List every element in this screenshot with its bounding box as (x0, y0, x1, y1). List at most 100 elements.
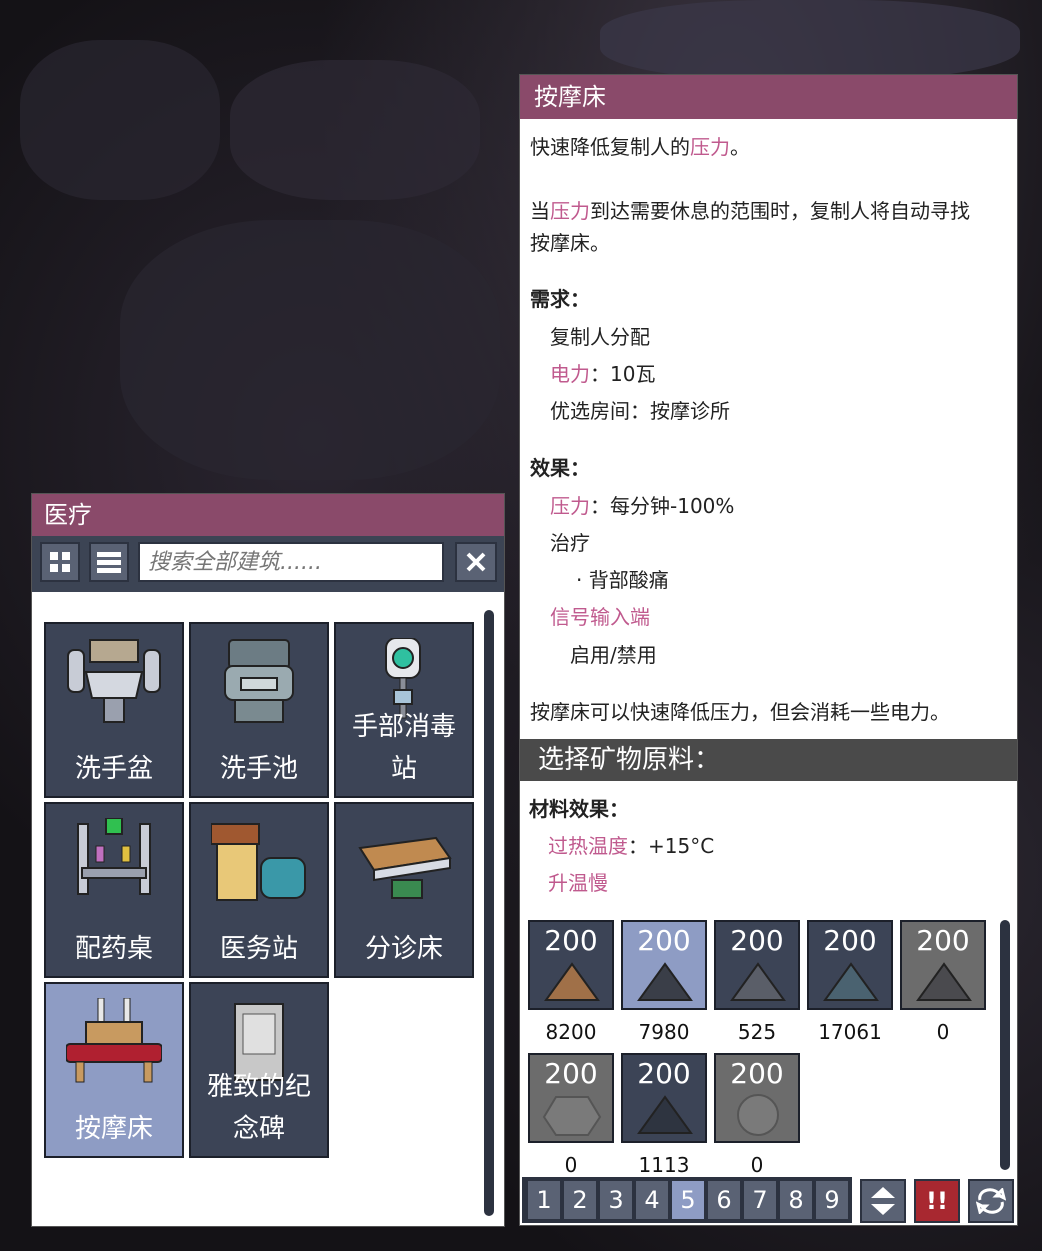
background-rock (20, 40, 220, 200)
effect-heal: 治疗 (550, 531, 590, 555)
priority-tab-active[interactable]: 5 (672, 1181, 704, 1219)
material-effects-header: 材料效果： (529, 797, 629, 821)
material-option[interactable]: 200 (621, 1053, 707, 1143)
material-effect-slow-heat[interactable]: 升温慢 (548, 867, 608, 899)
wash-basin-icon (67, 639, 161, 723)
priority-tab[interactable]: 4 (636, 1181, 668, 1219)
stress-link[interactable]: 压力 (550, 199, 590, 223)
material-option[interactable]: 200 (528, 1053, 614, 1143)
material-option[interactable]: 200 (900, 920, 986, 1010)
background-rock (230, 60, 480, 200)
building-tile-massage-table[interactable]: 按摩床 (44, 982, 184, 1158)
material-option[interactable]: 200 (621, 920, 707, 1010)
priority-bar: 1 2 3 4 5 6 7 8 9 (522, 1177, 852, 1223)
description-line-2: 当压力到达需要休息的范围时，复制人将自动寻找 (530, 199, 970, 223)
building-label: 雅致的纪念碑 (206, 1072, 311, 1144)
list-view-icon[interactable] (89, 542, 129, 582)
build-menu-toolbar (32, 536, 504, 592)
igneous-rock-icon (637, 962, 693, 1001)
building-tile-wash-sink[interactable]: 洗手池 (189, 622, 329, 798)
urgent-priority-button[interactable]: !! (914, 1179, 960, 1223)
requirement-power: 电力：10瓦 (550, 362, 656, 386)
signal-input-value: 启用/禁用 (570, 643, 657, 667)
build-menu-title: 医疗 (32, 494, 504, 536)
background-rock (600, 0, 1020, 80)
background-rock (120, 220, 500, 480)
priority-tab[interactable]: 2 (564, 1181, 596, 1219)
building-label: 分诊床 (364, 934, 443, 964)
effects-header: 效果： (530, 456, 590, 480)
description-line-3: 按摩床。 (530, 231, 610, 255)
material-select-header: 选择矿物原料： (520, 739, 1017, 781)
material-option[interactable]: 200 (714, 1053, 800, 1143)
priority-tab[interactable]: 6 (708, 1181, 740, 1219)
clear-search-button[interactable] (455, 542, 497, 582)
material-count: 0 (936, 1020, 950, 1044)
requirement-room: 优选房间：按摩诊所 (550, 399, 730, 423)
overheat-link[interactable]: 过热温度 (548, 834, 628, 858)
building-label: 洗手盆 (74, 754, 153, 784)
signal-input-link[interactable]: 信号输入端 (550, 601, 650, 633)
material-count: 17061 (818, 1020, 882, 1044)
material-option[interactable]: 200 (714, 920, 800, 1010)
priority-tab[interactable]: 7 (744, 1181, 776, 1219)
priority-tab[interactable]: 8 (780, 1181, 812, 1219)
cycle-icon (976, 1188, 1006, 1214)
build-menu-scrollbar[interactable] (484, 610, 494, 1216)
grid-view-icon[interactable] (40, 542, 80, 582)
power-link[interactable]: 电力 (550, 362, 590, 386)
raw-mineral-icon (542, 1096, 602, 1136)
building-label: 配药桌 (74, 934, 153, 964)
building-tile-wash-basin[interactable]: 洗手盆 (44, 622, 184, 798)
building-info-panel: 按摩床 快速降低复制人的压力。 当压力到达需要休息的范围时，复制人将自动寻找 按… (519, 74, 1018, 1226)
requirement-duplicant: 复制人分配 (550, 325, 650, 349)
close-icon (466, 552, 486, 572)
effect-heal-item: · 背部酸痛 (576, 568, 669, 592)
material-effect-overheat: 过热温度：+15°C (548, 834, 715, 858)
build-menu-panel: 医疗 洗手盆 (31, 493, 505, 1227)
wash-sink-icon (224, 639, 294, 723)
info-title: 按摩床 (520, 75, 1017, 119)
arrows-up-down-icon (871, 1187, 895, 1215)
building-label: 医务站 (219, 934, 298, 964)
apothecary-icon (77, 818, 151, 895)
building-summary: 按摩床可以快速降低压力，但会消耗一些电力。 (530, 700, 950, 724)
priority-up-down-button[interactable] (860, 1179, 906, 1223)
stress-link[interactable]: 压力 (550, 494, 590, 518)
description-line-1: 快速降低复制人的压力。 (530, 135, 750, 159)
sedimentary-rock-icon (916, 962, 972, 1001)
material-count: 1113 (638, 1153, 690, 1177)
priority-tab[interactable]: 9 (816, 1181, 848, 1219)
rough-stone-icon (737, 1094, 779, 1136)
material-scrollbar[interactable] (1000, 920, 1010, 1170)
building-label: 手部消毒站 (351, 712, 456, 784)
effect-stress: 压力：每分钟-100% (550, 494, 735, 518)
requirements-header: 需求： (530, 287, 590, 311)
building-label: 洗手池 (219, 754, 298, 784)
material-count: 7980 (638, 1020, 690, 1044)
building-tile-triage-cot[interactable]: 分诊床 (334, 802, 474, 978)
triage-cot-icon (358, 836, 452, 899)
sandstone-icon (544, 962, 600, 1001)
building-tile-monument[interactable]: 雅致的纪念碑 (189, 982, 329, 1158)
material-option[interactable]: 200 (528, 920, 614, 1010)
repeat-button[interactable] (968, 1179, 1014, 1223)
building-tile-hand-sanitizer[interactable]: 手部消毒站 (334, 622, 474, 798)
granite-icon (730, 962, 786, 1001)
sick-bay-icon (211, 823, 306, 901)
building-tile-sick-bay[interactable]: 医务站 (189, 802, 329, 978)
priority-tab[interactable]: 3 (600, 1181, 632, 1219)
material-count: 525 (737, 1020, 777, 1044)
material-option[interactable]: 200 (807, 920, 893, 1010)
mafic-rock-icon (637, 1095, 693, 1134)
priority-tab[interactable]: 1 (528, 1181, 560, 1219)
search-input[interactable] (138, 542, 444, 582)
material-count: 8200 (545, 1020, 597, 1044)
material-count: 0 (750, 1153, 764, 1177)
building-tile-apothecary[interactable]: 配药桌 (44, 802, 184, 978)
obsidian-icon (823, 962, 879, 1001)
material-count: 0 (564, 1153, 578, 1177)
building-label: 按摩床 (74, 1114, 153, 1144)
massage-table-icon (66, 998, 162, 1083)
stress-link[interactable]: 压力 (690, 135, 730, 159)
